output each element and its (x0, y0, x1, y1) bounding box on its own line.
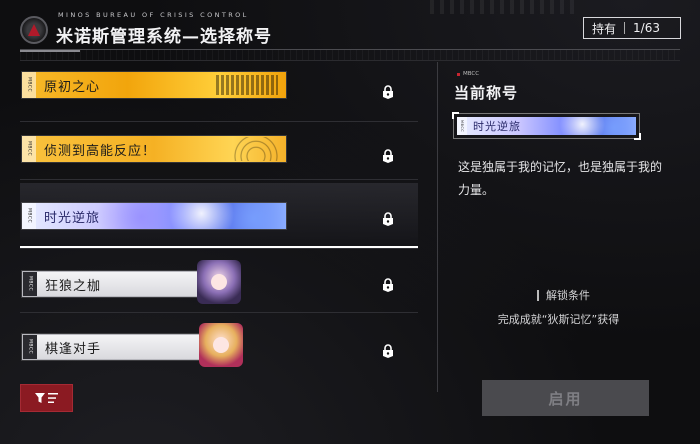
header-divider (20, 49, 680, 61)
unlock-heading: 解锁条件 (537, 287, 590, 303)
badge-decoration (216, 75, 278, 95)
current-title-label: 时光逆旅 (473, 120, 521, 133)
character-avatar (199, 323, 243, 367)
title-label: 棋逢对手 (45, 341, 102, 357)
bureau-logo-icon (20, 16, 48, 44)
owned-count: 1/63 (633, 21, 660, 35)
page-title: 米诺斯管理系统—选择称号 (56, 27, 272, 47)
title-item-3[interactable]: MBCC 时光逆旅 (20, 183, 418, 249)
title-label: 侦测到高能反应！ (44, 143, 157, 159)
panel-tag: MBCC (457, 71, 479, 77)
title-badge: MBCC 时光逆旅 (22, 203, 286, 229)
badge-decoration (220, 137, 280, 161)
lock-icon (383, 278, 393, 292)
title-badge: MBCC 原初之心 (22, 72, 286, 98)
title-badge: MBCC 狂狼之枷 (22, 260, 241, 304)
title-description: 这是独属于我的记忆，也是独属于我的力量。 (458, 160, 663, 197)
badge-tag: MBCC (22, 203, 36, 229)
lock-icon (383, 212, 393, 226)
unlock-condition: 完成成就“狄斯记忆”获得 (497, 313, 620, 326)
panel-divider (437, 62, 438, 392)
badge-tag: MBCC (23, 272, 37, 296)
badge-tag: MBCC (22, 136, 36, 162)
owned-label: 持有 (592, 21, 617, 36)
title-item-4[interactable]: MBCC 狂狼之枷 (20, 251, 418, 313)
org-name: MINOS BUREAU OF CRISIS CONTROL (58, 11, 249, 19)
title-label: 时光逆旅 (44, 210, 101, 226)
title-item-2[interactable]: MBCC 侦测到高能反应！ (20, 120, 418, 180)
badge-tag: MBCC (457, 117, 467, 135)
filter-icon (34, 393, 58, 403)
current-title-badge: MBCC 时光逆旅 (457, 117, 636, 135)
title-list: MBCC 原初之心 MBCC 侦测到高能反应！ MBCC 时光逆旅 MBCC 狂… (20, 62, 418, 374)
title-item-1[interactable]: MBCC 原初之心 (20, 62, 418, 122)
title-badge: MBCC 侦测到高能反应！ (22, 136, 286, 162)
owned-counter: 持有 1/63 (583, 17, 681, 39)
title-label: 原初之心 (44, 79, 101, 95)
lock-icon (383, 344, 393, 358)
lock-icon (383, 85, 393, 99)
lock-icon (383, 149, 393, 163)
enable-button[interactable]: 启用 (482, 380, 649, 416)
badge-tag: MBCC (22, 72, 36, 98)
title-label: 狂狼之枷 (45, 278, 102, 294)
character-avatar (197, 260, 241, 304)
title-item-5[interactable]: MBCC 棋逢对手 (20, 314, 418, 374)
current-title-frame: MBCC 时光逆旅 (452, 112, 641, 140)
current-title-heading: 当前称号 (454, 84, 519, 102)
title-badge: MBCC 棋逢对手 (22, 323, 243, 367)
filter-button[interactable] (20, 384, 73, 412)
badge-tag: MBCC (23, 335, 37, 359)
